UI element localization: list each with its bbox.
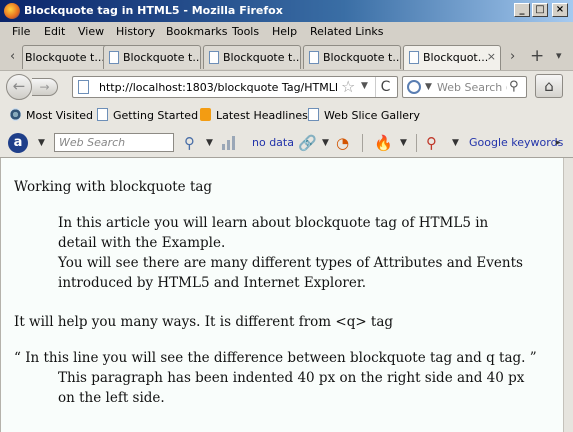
tab-5-active[interactable]: Blockquot... ×	[403, 45, 501, 71]
tabs-scroll-left-icon[interactable]: ‹	[10, 49, 15, 64]
bookmark-most-visited[interactable]: Most Visited	[10, 108, 93, 122]
tab-label: Blockquote t...	[123, 51, 201, 64]
forward-button[interactable]: →	[32, 78, 58, 96]
page-icon	[409, 51, 419, 64]
minimize-button[interactable]: _	[514, 3, 530, 17]
toolbar-separator	[362, 134, 363, 152]
blockquote-indented: This paragraph has been indented 40 px o…	[58, 370, 525, 406]
close-button[interactable]: ×	[552, 3, 568, 17]
blockquote-intro: In this article you will learn about blo…	[58, 215, 523, 291]
back-button[interactable]: ←	[6, 74, 32, 100]
window-title: Blockquote tag in HTML5 - Mozilla Firefo…	[24, 4, 283, 17]
ask-logo-icon[interactable]: a	[8, 133, 28, 153]
tab-close-icon[interactable]: ×	[487, 50, 496, 63]
bookmark-label: Getting Started	[113, 109, 199, 122]
page-icon	[109, 51, 119, 64]
bookmark-web-slice-gallery[interactable]: Web Slice Gallery	[308, 108, 420, 122]
fire-icon[interactable]: 🔥	[374, 134, 393, 152]
page-icon	[309, 51, 319, 64]
web-search-box[interactable]: ▼ Web Search (p ⚲	[402, 76, 527, 98]
keywords-dropdown-icon[interactable]: ▼	[452, 138, 459, 148]
inline-quote-line: “ In this line you will see the differen…	[14, 350, 537, 366]
firefox-icon	[4, 3, 20, 19]
vertical-scrollbar[interactable]	[563, 158, 573, 432]
clock-icon[interactable]: ◔	[336, 134, 349, 152]
bookmark-star-icon[interactable]: ☆	[341, 77, 355, 96]
google-keywords-link[interactable]: Google keywords	[469, 136, 563, 149]
page-content: Working with blockquote tag In this arti…	[0, 158, 563, 432]
bookmarks-toolbar: Most Visited Getting Started Latest Head…	[0, 102, 573, 128]
rss-feed-icon	[200, 108, 211, 121]
menu-history[interactable]: History	[116, 25, 155, 38]
magnifier-icon[interactable]: ⚲	[184, 134, 195, 152]
tab-4[interactable]: Blockquote t...	[303, 45, 401, 69]
menu-view[interactable]: View	[78, 25, 104, 38]
paragraph-q-tag: It will help you many ways. It is differ…	[14, 314, 394, 330]
keyword-search-icon[interactable]: ⚲	[426, 134, 437, 152]
bookmark-label: Latest Headlines	[216, 109, 308, 122]
tab-strip: ‹ Blockquote t... Blockquote t... Blockq…	[0, 42, 573, 71]
ask-toolbar: a ▼ Web Search ⚲ ▼ no data 🔗 ▼ ◔ 🔥 ▼ ⚲ ▼…	[0, 128, 573, 158]
bookmark-label: Web Slice Gallery	[324, 109, 421, 122]
tab-label: Blockquote t...	[223, 51, 301, 64]
menu-related-links[interactable]: Related Links	[310, 25, 384, 38]
site-identity-icon[interactable]	[78, 80, 89, 94]
menu-help[interactable]: Help	[272, 25, 297, 38]
ask-search-placeholder: Web Search	[59, 136, 126, 149]
maximize-button[interactable]: □	[532, 3, 548, 17]
search-icon[interactable]: ⚲	[509, 79, 519, 94]
link-options-dropdown-icon[interactable]: ▼	[322, 138, 329, 148]
page-icon	[97, 108, 108, 121]
more-tools-dropdown-icon[interactable]: ▸	[556, 138, 561, 148]
page-rank-status: no data	[252, 136, 294, 149]
tab-list-button[interactable]: ▾	[556, 49, 562, 62]
fire-options-dropdown-icon[interactable]: ▼	[400, 138, 407, 148]
page-icon	[308, 108, 319, 121]
link-chain-icon[interactable]: 🔗	[298, 134, 317, 152]
search-engine-dropdown-icon[interactable]: ▼	[425, 82, 432, 92]
url-bar[interactable]: http://localhost:1803/blockquote Tag/HTM…	[72, 76, 398, 98]
url-history-dropdown-icon[interactable]: ▼	[361, 81, 368, 91]
search-input[interactable]: Web Search (p	[437, 81, 507, 94]
tabs-scroll-right-icon[interactable]: ›	[510, 49, 515, 64]
bookmark-latest-headlines[interactable]: Latest Headlines	[200, 108, 308, 122]
page-rank-bars-icon	[222, 136, 238, 150]
back-forward-group: ← →	[6, 74, 62, 100]
tab-label: Blockquote t...	[25, 51, 105, 64]
navigation-bar: ← → http://localhost:1803/blockquote Tag…	[0, 70, 573, 102]
toolbar-separator	[416, 134, 417, 152]
menu-file[interactable]: File	[12, 25, 30, 38]
menu-bar: File Edit View History Bookmarks Tools H…	[0, 22, 573, 42]
menu-edit[interactable]: Edit	[44, 25, 65, 38]
url-text[interactable]: http://localhost:1803/blockquote Tag/HTM…	[99, 81, 337, 95]
bookmark-label: Most Visited	[26, 109, 93, 122]
intro-text: Working with blockquote tag	[14, 179, 213, 195]
menu-tools[interactable]: Tools	[232, 25, 259, 38]
page-icon	[209, 51, 219, 64]
reload-button[interactable]: C	[375, 77, 395, 97]
tab-2[interactable]: Blockquote t...	[103, 45, 201, 69]
home-button[interactable]: ⌂	[535, 74, 563, 98]
tab-label: Blockquote t...	[323, 51, 401, 64]
ask-menu-dropdown-icon[interactable]: ▼	[38, 138, 45, 148]
title-bar: Blockquote tag in HTML5 - Mozilla Firefo…	[0, 0, 573, 22]
most-visited-icon	[10, 108, 21, 121]
tab-label: Blockquot...	[423, 51, 489, 64]
tab-3[interactable]: Blockquote t...	[203, 45, 301, 69]
search-engine-icon[interactable]	[407, 80, 421, 94]
new-tab-button[interactable]: +	[530, 46, 544, 66]
ask-search-input[interactable]: Web Search	[54, 133, 174, 152]
search-options-dropdown-icon[interactable]: ▼	[206, 138, 213, 148]
bookmark-getting-started[interactable]: Getting Started	[97, 108, 198, 122]
menu-bookmarks[interactable]: Bookmarks	[166, 25, 227, 38]
